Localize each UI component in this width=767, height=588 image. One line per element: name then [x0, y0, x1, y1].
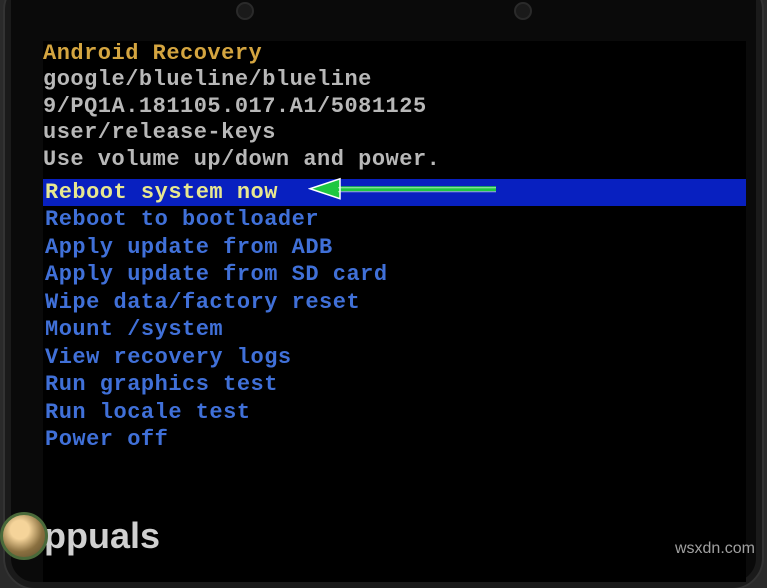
menu-reboot-bootloader[interactable]: Reboot to bootloader [43, 206, 746, 234]
menu-apply-update-adb[interactable]: Apply update from ADB [43, 234, 746, 262]
menu-view-logs[interactable]: View recovery logs [43, 344, 746, 372]
watermark-brand: ppuals [0, 512, 160, 560]
watermark-source: wsxdn.com [675, 540, 755, 558]
brand-text: ppuals [44, 515, 160, 557]
front-camera-left [236, 2, 254, 20]
recovery-title: Android Recovery [43, 41, 746, 67]
brand-logo-icon [0, 512, 48, 560]
menu-wipe-data[interactable]: Wipe data/factory reset [43, 289, 746, 317]
menu-power-off[interactable]: Power off [43, 426, 746, 454]
nav-instruction: Use volume up/down and power. [43, 147, 746, 173]
menu-graphics-test[interactable]: Run graphics test [43, 371, 746, 399]
annotation-arrow-icon [308, 176, 498, 209]
front-camera-right [514, 2, 532, 20]
recovery-screen: Android Recovery google/blueline/bluelin… [43, 41, 746, 582]
menu-apply-update-sd[interactable]: Apply update from SD card [43, 261, 746, 289]
recovery-menu: Reboot system now Reboot to bootloader A… [43, 179, 746, 454]
menu-item-label: Reboot system now [45, 180, 278, 205]
menu-mount-system[interactable]: Mount /system [43, 316, 746, 344]
phone-notch [11, 0, 756, 36]
menu-locale-test[interactable]: Run locale test [43, 399, 746, 427]
device-id: google/blueline/blueline [43, 67, 746, 93]
build-type: user/release-keys [43, 120, 746, 146]
phone-bezel: Android Recovery google/blueline/bluelin… [5, 0, 762, 588]
menu-reboot-system[interactable]: Reboot system now [43, 179, 746, 207]
build-id: 9/PQ1A.181105.017.A1/5081125 [43, 94, 746, 120]
